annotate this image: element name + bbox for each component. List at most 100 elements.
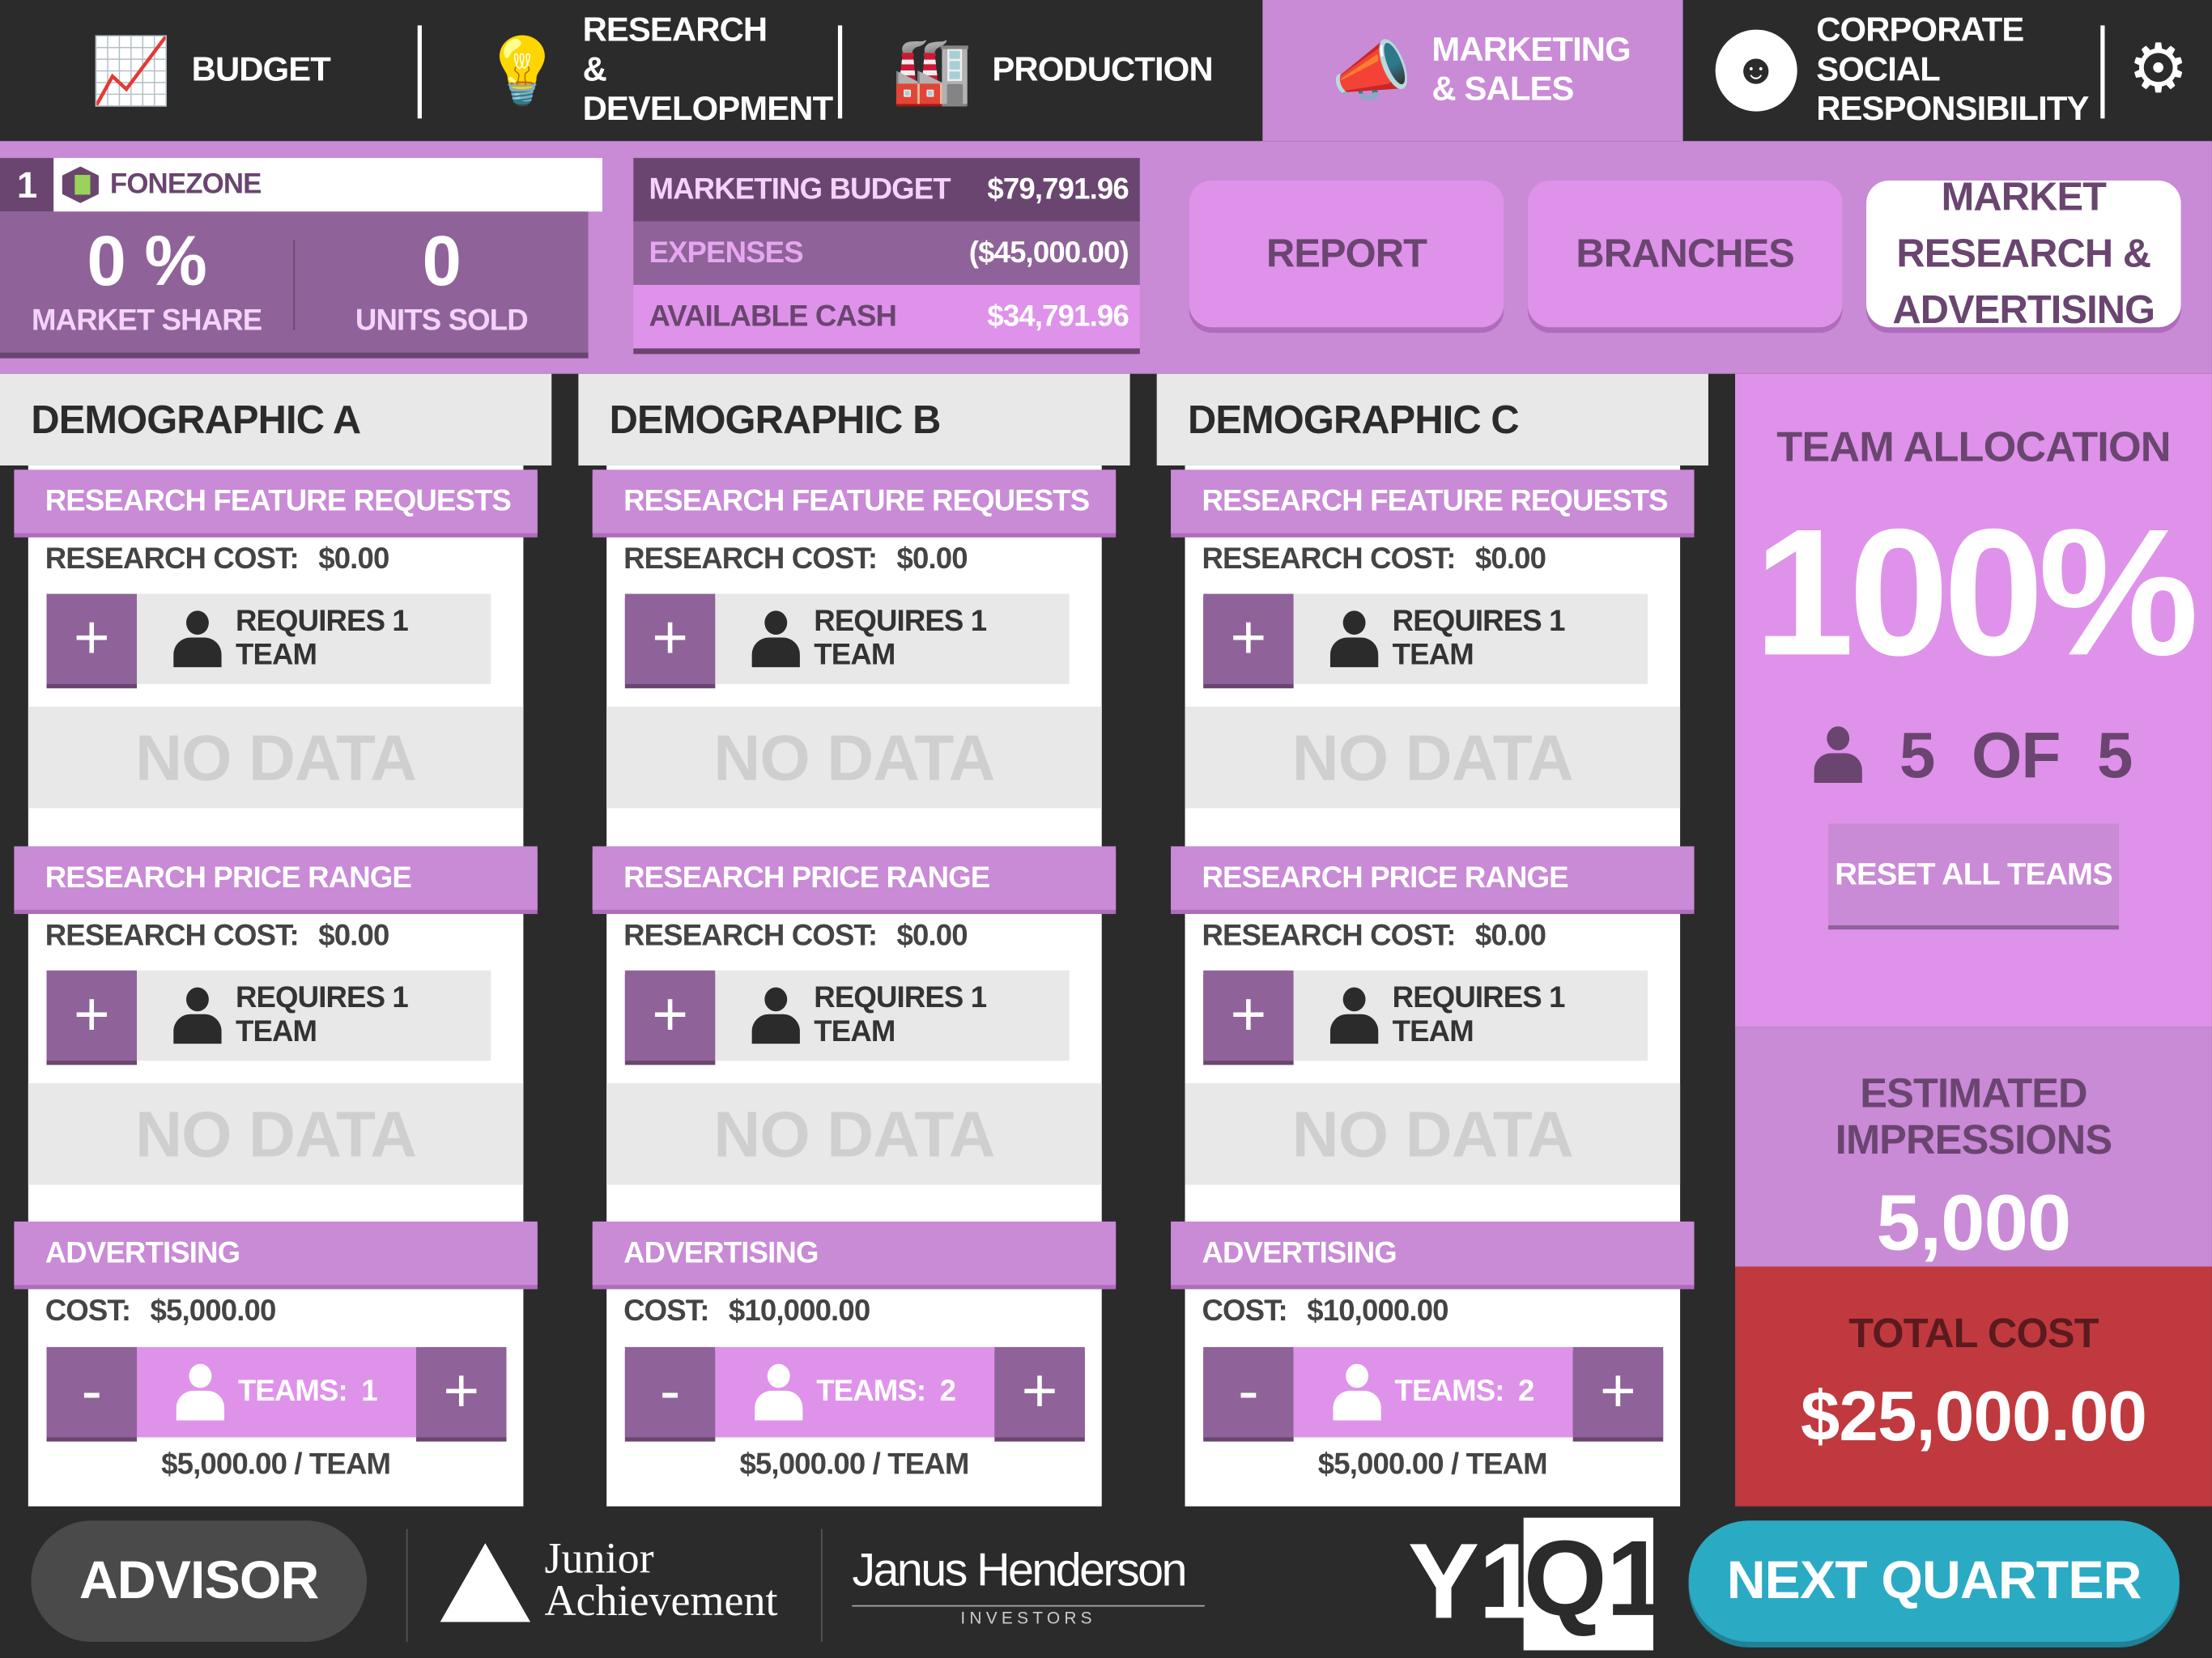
cost-label: COST: <box>623 1295 709 1328</box>
no-data-placeholder: NO DATA <box>28 1083 524 1185</box>
add-team-button[interactable]: + <box>624 970 716 1061</box>
cost-value: $0.00 <box>896 919 968 953</box>
cost-label: COST: <box>1202 1295 1287 1328</box>
cost-label: RESEARCH COST: <box>623 919 878 953</box>
demographic-title: DEMOGRAPHIC A <box>0 373 552 466</box>
person-icon <box>1814 726 1863 783</box>
impressions-title: ESTIMATED IMPRESSIONS <box>1835 1072 2112 1164</box>
add-team-button[interactable]: + <box>994 1346 1085 1438</box>
row-value: $34,791.96 <box>987 300 1129 333</box>
smiley-icon: ☻ <box>1714 29 1797 112</box>
research-feature-requests-header: RESEARCH FEATURE REQUESTS <box>592 470 1117 534</box>
remove-team-button[interactable]: - <box>1203 1346 1294 1438</box>
research-feature-requests-header: RESEARCH FEATURE REQUESTS <box>1171 470 1695 534</box>
demographic-title: DEMOGRAPHIC C <box>1156 373 1708 466</box>
units-sold-stat: 0 UNITS SOLD <box>295 211 588 338</box>
market-research-advertising-button[interactable]: MARKET RESEARCH & ADVERTISING <box>1866 175 2181 331</box>
market-share-value: 0 % <box>87 221 206 301</box>
gear-icon[interactable]: ⚙ <box>2105 0 2212 141</box>
advertising-header: ADVERTISING <box>592 1221 1117 1286</box>
research-price-range-header: RESEARCH PRICE RANGE <box>592 846 1117 910</box>
requires-label: REQUIRES 1 TEAM <box>235 605 409 672</box>
demographic-title: DEMOGRAPHIC B <box>578 373 1130 466</box>
person-icon <box>173 987 222 1044</box>
teams-label: TEAMS: <box>237 1375 348 1408</box>
add-team-button[interactable]: + <box>1572 1346 1664 1438</box>
lightbulb-icon: 💡 <box>482 33 563 108</box>
teams-used: 5 <box>1899 717 1936 792</box>
top-nav: 📈 BUDGET 💡 RESEARCH & DEVELOPMENT 🏭 PROD… <box>0 0 2212 142</box>
add-team-button[interactable]: + <box>624 593 716 685</box>
tab-research-development[interactable]: 💡 RESEARCH & DEVELOPMENT <box>420 0 840 141</box>
advertising-cost: COST: $10,000.00 <box>1202 1295 1448 1329</box>
teams-value: 1 <box>361 1375 377 1408</box>
research-cost: RESEARCH COST: $0.00 <box>1202 543 1546 577</box>
person-icon <box>176 1363 224 1421</box>
year-indicator: Y1 <box>1407 1521 1538 1643</box>
add-team-button[interactable]: + <box>415 1346 507 1438</box>
of-label: OF <box>1971 717 2061 792</box>
remove-team-button[interactable]: - <box>46 1346 138 1438</box>
research-cost: RESEARCH COST: $0.00 <box>45 920 390 954</box>
add-team-button[interactable]: + <box>1203 593 1294 685</box>
teams-count: TEAMS: 2 <box>715 1346 995 1438</box>
advertising-cost: COST: $10,000.00 <box>623 1295 870 1329</box>
report-button[interactable]: REPORT <box>1189 181 1504 328</box>
no-data-placeholder: NO DATA <box>28 706 524 809</box>
cost-value: $0.00 <box>318 542 389 576</box>
research-cost: RESEARCH COST: $0.00 <box>623 920 968 954</box>
cost-per-team: $5,000.00 / TEAM <box>1317 1448 1548 1482</box>
requires-team-info: REQUIRES 1 TEAM <box>715 970 1070 1061</box>
cost-value: $10,000.00 <box>1307 1295 1448 1328</box>
junior-achievement-logo: Junior Achievement <box>544 1533 778 1626</box>
investors-text: INVESTORS <box>955 1608 1102 1628</box>
add-team-button[interactable]: + <box>46 593 138 685</box>
tab-label: CORPORATE SOCIAL RESPONSIBILITY <box>1816 11 2089 129</box>
teams-label: TEAMS: <box>1394 1375 1505 1408</box>
next-quarter-button[interactable]: NEXT QUARTER <box>1688 1520 2180 1643</box>
teams-total: 5 <box>2096 717 2133 792</box>
requires-label: REQUIRES 1 TEAM <box>1392 605 1566 672</box>
requires-team-info: REQUIRES 1 TEAM <box>715 593 1070 685</box>
tab-label: PRODUCTION <box>992 50 1213 89</box>
tab-corporate-social-responsibility[interactable]: ☻ CORPORATE SOCIAL RESPONSIBILITY <box>1683 0 2102 141</box>
advertising-header: ADVERTISING <box>1171 1221 1695 1286</box>
teams-value: 2 <box>939 1375 956 1408</box>
budget-summary: MARKETING BUDGET $79,791.96 EXPENSES ($4… <box>633 158 1140 355</box>
cost-value: $0.00 <box>896 542 968 576</box>
no-data-placeholder: NO DATA <box>606 706 1102 809</box>
advisor-button[interactable]: ADVISOR <box>31 1520 367 1643</box>
tab-budget[interactable]: 📈 BUDGET <box>0 0 420 141</box>
person-icon <box>751 610 800 668</box>
branches-button[interactable]: BRANCHES <box>1527 181 1843 328</box>
row-value: ($45,000.00) <box>968 236 1129 269</box>
divider <box>821 1528 823 1643</box>
market-share-stat: 0 % MARKET SHARE <box>0 211 293 338</box>
research-feature-requests-header: RESEARCH FEATURE REQUESTS <box>14 470 538 534</box>
research-price-range-header: RESEARCH PRICE RANGE <box>14 846 538 910</box>
remove-team-button[interactable]: - <box>624 1346 716 1438</box>
quarter-indicator: Q1 <box>1523 1517 1665 1651</box>
team-name: FONEZONE <box>109 168 262 200</box>
add-team-button[interactable]: + <box>1203 970 1294 1061</box>
footer-bar: ADVISOR Junior Achievement Janus Henders… <box>0 1506 2212 1658</box>
janus-henderson-sub: INVESTORS <box>852 1605 1205 1628</box>
add-team-button[interactable]: + <box>46 970 138 1061</box>
tab-label: MARKETING & SALES <box>1431 31 1631 109</box>
marketing-screen: 📈 BUDGET 💡 RESEARCH & DEVELOPMENT 🏭 PROD… <box>0 0 2212 1658</box>
tab-production[interactable]: 🏭 PRODUCTION <box>840 0 1262 141</box>
market-share-label: MARKET SHARE <box>32 304 262 338</box>
reset-all-teams-button[interactable]: RESET ALL TEAMS <box>1828 823 2119 925</box>
total-cost-title: TOTAL COST <box>1848 1312 2099 1358</box>
person-icon <box>754 1363 802 1421</box>
junior-achievement-logo-icon <box>440 1543 531 1622</box>
person-icon <box>1329 610 1379 668</box>
person-icon <box>173 610 222 668</box>
advertising-cost: COST: $5,000.00 <box>45 1295 277 1329</box>
team-allocation-percent: 100% <box>1754 492 2198 695</box>
marketing-budget-row: MARKETING BUDGET $79,791.96 <box>633 158 1140 222</box>
team-stats: 0 % MARKET SHARE 0 UNITS SOLD <box>0 211 589 359</box>
demographic-c-column: DEMOGRAPHIC C RESEARCH FEATURE REQUESTS … <box>1156 373 1708 1507</box>
janus-henderson-logo: Janus Henderson <box>852 1543 1187 1596</box>
tab-marketing-sales[interactable]: 📣 MARKETING & SALES <box>1262 0 1683 142</box>
